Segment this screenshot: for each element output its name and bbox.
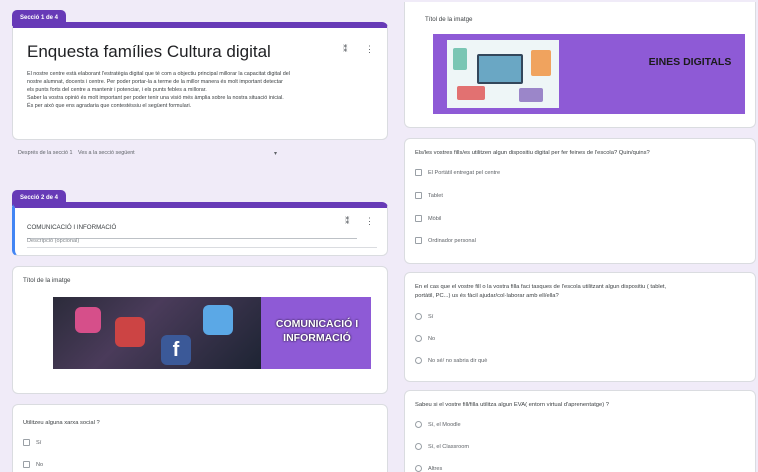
description-line: El nostre centre està elaborant l'estrat… (27, 71, 290, 77)
option-label[interactable]: Mòbil (428, 216, 441, 222)
question-text[interactable]: En el cas que el vostre fill o la vostra… (415, 283, 751, 301)
question-card-devices[interactable]: Els/les vostres fills/es utilitzen algun… (404, 138, 756, 264)
option-label[interactable]: Sí, el Moodle (428, 422, 461, 428)
form-description[interactable]: El nostre centre està elaborant l'estrat… (27, 70, 377, 110)
option-item[interactable]: Tablet (415, 192, 443, 199)
checkbox[interactable] (23, 461, 30, 468)
checkbox[interactable] (23, 439, 30, 446)
question-card-eva[interactable]: Sabeu si el vostre fill/filla utilitza a… (404, 390, 756, 472)
checkbox[interactable] (415, 169, 422, 176)
option-item[interactable]: Mòbil (415, 215, 441, 222)
checkbox[interactable] (415, 215, 422, 222)
option-item[interactable]: El Portàtil entregat pel centre (415, 169, 500, 176)
question-text[interactable]: Sabeu si el vostre fill/filla utilitza a… (415, 401, 751, 410)
after-section-row: Després de la secció 1 Ves a la secció s… (18, 150, 388, 157)
description-line: els punts forts del centre a mantenir i … (27, 87, 207, 93)
image-title[interactable]: Títol de la imatge (425, 16, 472, 23)
option-item[interactable]: Sí (415, 313, 433, 320)
option-label[interactable]: Tablet (428, 193, 443, 199)
social-apps-photo: f (53, 297, 261, 369)
instagram-app-icon (75, 307, 101, 333)
gamepad-icon (457, 86, 485, 100)
option-item[interactable]: Sí, el Classroom (415, 443, 469, 450)
section-2-card[interactable]: COMUNICACIÓ I INFORMACIÓ ⁑ ⋮ Descripció … (12, 202, 388, 256)
youtube-app-icon (115, 317, 145, 347)
description-line: És per això que ens agradaria que contes… (27, 103, 192, 109)
radio-button[interactable] (415, 443, 422, 450)
image-card-communication[interactable]: Títol de la imatge f COMUNICACIÓ I INFOR… (12, 266, 388, 394)
drag-indicator-icon[interactable]: ⁑ (345, 216, 350, 227)
tools-banner-image: EINES DIGITALS (433, 34, 745, 114)
form-title[interactable]: Enquesta famílies Cultura digital (27, 42, 271, 62)
section-2-title-field[interactable]: COMUNICACIÓ I INFORMACIÓ (27, 216, 357, 239)
radio-button[interactable] (415, 357, 422, 364)
image-title[interactable]: Títol de la imatge (23, 277, 70, 284)
after-section-label: Després de la secció 1 (18, 150, 73, 156)
phone-icon (453, 48, 467, 70)
option-item[interactable]: No (23, 461, 43, 468)
question-text[interactable]: Els/les vostres fills/es utilitzen algun… (415, 149, 751, 158)
radio-button[interactable] (415, 335, 422, 342)
description-line: nostre alumnat, docents i centre. Per po… (27, 79, 283, 85)
image-card-tools[interactable]: Títol de la imatge EINES DIGITALS (404, 2, 756, 128)
tablet-icon (531, 50, 551, 76)
option-item[interactable]: No (415, 335, 435, 342)
description-line: Saber la vostra opinió és molt important… (27, 95, 284, 101)
option-label[interactable]: Sí (36, 440, 41, 446)
question-text[interactable]: Utilitzeu alguna xarxa social ? (23, 419, 100, 428)
question-card-social[interactable]: Utilitzeu alguna xarxa social ? Sí No (12, 404, 388, 472)
option-label[interactable]: Altres (428, 466, 442, 472)
radio-button[interactable] (415, 313, 422, 320)
checkbox[interactable] (415, 237, 422, 244)
section-2-description-field[interactable]: Descripció (opcional) (27, 238, 377, 248)
option-label[interactable]: No (36, 462, 43, 468)
option-label[interactable]: Ordinador personal (428, 238, 476, 244)
option-item[interactable]: Altres (415, 465, 442, 472)
option-label[interactable]: No sé/ no sabria dir què (428, 358, 487, 364)
checkbox[interactable] (415, 192, 422, 199)
twitter-app-icon (203, 305, 233, 335)
option-item[interactable]: Ordinador personal (415, 237, 476, 244)
section-1-card[interactable]: Enquesta famílies Cultura digital ⁑ ⋮ El… (12, 22, 388, 140)
section-2-title[interactable]: COMUNICACIÓ I INFORMACIÓ (27, 224, 116, 231)
option-item[interactable]: Sí, el Moodle (415, 421, 461, 428)
communication-banner-image: f COMUNICACIÓ I INFORMACIÓ (53, 297, 371, 369)
chevron-down-icon[interactable]: ▾ (274, 150, 277, 157)
banner-text: EINES DIGITALS (648, 56, 732, 68)
question-card-help[interactable]: En el cas que el vostre fill o la vostra… (404, 272, 756, 382)
option-item[interactable]: No sé/ no sabria dir què (415, 357, 487, 364)
option-label[interactable]: No (428, 336, 435, 342)
devices-illustration (447, 40, 559, 108)
banner-text: COMUNICACIÓ I INFORMACIÓ (275, 318, 359, 344)
radio-button[interactable] (415, 421, 422, 428)
option-label[interactable]: Sí (428, 314, 433, 320)
option-label[interactable]: Sí, el Classroom (428, 444, 469, 450)
facebook-app-icon: f (161, 335, 191, 365)
drag-indicator-icon[interactable]: ⁑ (343, 44, 348, 55)
more-vert-icon[interactable]: ⋮ (365, 216, 374, 227)
radio-button[interactable] (415, 465, 422, 472)
keyboard-icon (519, 88, 543, 102)
option-item[interactable]: Sí (23, 439, 41, 446)
option-label[interactable]: El Portàtil entregat pel centre (428, 170, 500, 176)
laptop-icon (477, 54, 523, 84)
question-text-line: En el cas que el vostre fill o la vostra… (415, 284, 667, 290)
question-text-line: portàtil, PC...) us és fàcil ajudar/col·… (415, 293, 559, 299)
more-vert-icon[interactable]: ⋮ (365, 44, 374, 55)
after-section-select[interactable]: Ves a la secció següent (78, 150, 135, 156)
